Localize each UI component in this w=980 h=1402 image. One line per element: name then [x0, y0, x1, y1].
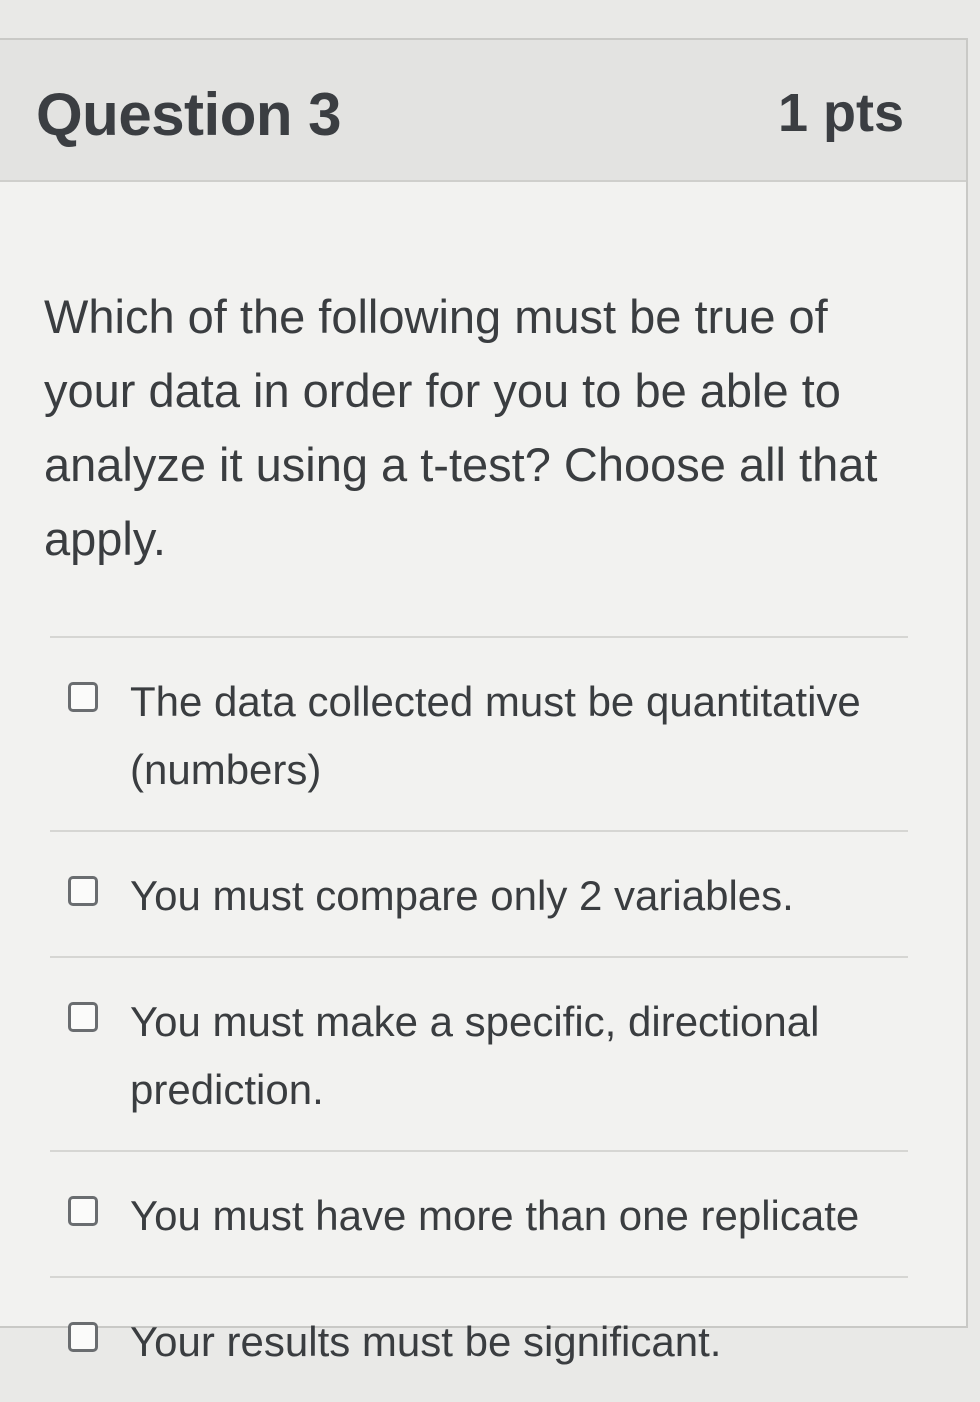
answer-label: You must compare only 2 variables. — [130, 872, 794, 919]
checkbox[interactable] — [68, 1002, 98, 1032]
answer-option-4[interactable]: You must have more than one replicate — [50, 1150, 908, 1276]
answer-label: You must have more than one replicate — [130, 1192, 860, 1239]
question-title: Question 3 — [36, 81, 342, 148]
checkbox[interactable] — [68, 682, 98, 712]
checkbox[interactable] — [68, 876, 98, 906]
answer-option-1[interactable]: The data collected must be quantitative … — [50, 636, 908, 830]
answer-option-2[interactable]: You must compare only 2 variables. — [50, 830, 908, 956]
checkbox[interactable] — [68, 1196, 98, 1226]
answer-list: The data collected must be quantitative … — [50, 636, 908, 1402]
answer-option-3[interactable]: You must make a specific, directional pr… — [50, 956, 908, 1150]
question-prompt: Which of the following must be true of y… — [44, 290, 878, 565]
question-points: 1 pts — [777, 83, 904, 143]
question-header: Question 3 1 pts — [0, 40, 966, 182]
answer-label: You must make a specific, directional pr… — [130, 998, 820, 1113]
answer-label: Your results must be significant. — [130, 1318, 722, 1365]
answer-option-5[interactable]: Your results must be significant. — [50, 1276, 908, 1402]
question-card: Question 3 1 pts Which of the following … — [0, 38, 968, 1365]
checkbox[interactable] — [68, 1322, 98, 1352]
answer-label: The data collected must be quantitative … — [130, 678, 861, 793]
